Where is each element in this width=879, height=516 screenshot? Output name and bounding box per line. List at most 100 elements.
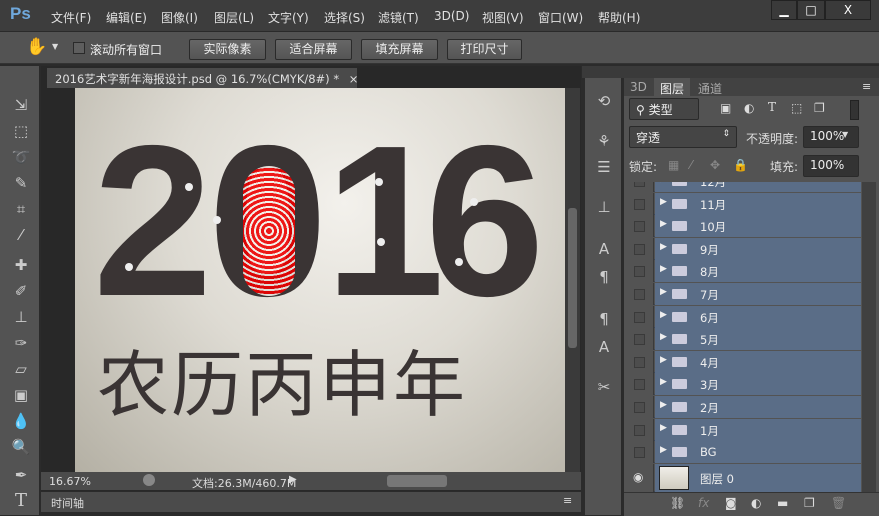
- character-styles-icon[interactable]: A: [593, 338, 615, 362]
- gradient-tool-icon[interactable]: ▣: [10, 384, 32, 406]
- brush-presets-icon[interactable]: ⚘: [593, 132, 615, 156]
- expand-arrow-icon[interactable]: ▶: [660, 377, 667, 387]
- panel-menu-icon[interactable]: ≡: [563, 494, 572, 507]
- panel-menu-icon[interactable]: ≡: [862, 80, 871, 93]
- visibility-toggle[interactable]: [624, 215, 654, 238]
- menu-edit[interactable]: 编辑(E): [106, 9, 147, 26]
- adjustment-filter-icon[interactable]: ◐: [744, 101, 754, 115]
- expand-arrow-icon[interactable]: ▶: [660, 423, 667, 433]
- tab-3d[interactable]: 3D: [624, 78, 653, 96]
- shape-filter-icon[interactable]: ⬚: [791, 101, 802, 115]
- smart-object-filter-icon[interactable]: ❐: [814, 101, 825, 115]
- quick-select-tool-icon[interactable]: ✎: [10, 172, 32, 194]
- filter-toggle[interactable]: [850, 100, 859, 120]
- visibility-toggle[interactable]: [624, 396, 654, 418]
- close-tab-icon[interactable]: ×: [349, 72, 359, 86]
- document-tab[interactable]: 2016艺术字新年海报设计.psd @ 16.7%(CMYK/8#) * ×: [47, 68, 359, 88]
- menu-filter[interactable]: 滤镜(T): [378, 9, 419, 26]
- visibility-toggle[interactable]: [624, 237, 654, 260]
- tab-channels[interactable]: 通道: [692, 78, 728, 96]
- eraser-tool-icon[interactable]: ▱: [10, 358, 32, 380]
- maximize-button[interactable]: □: [797, 0, 825, 20]
- visibility-toggle[interactable]: [624, 328, 654, 351]
- layer-group-row[interactable]: ▶ 1月: [624, 418, 861, 441]
- tab-layers[interactable]: 图层: [654, 78, 691, 96]
- eyedropper-tool-icon[interactable]: ⁄: [10, 224, 32, 246]
- visibility-toggle[interactable]: [624, 283, 654, 305]
- layer-group-row[interactable]: ▶ 7月: [624, 283, 861, 305]
- expand-arrow-icon[interactable]: ▶: [660, 355, 667, 365]
- new-layer-icon[interactable]: ❐: [804, 496, 815, 510]
- pen-tool-icon[interactable]: ✒: [10, 464, 32, 486]
- layer-group-row[interactable]: ▶ 4月: [624, 350, 861, 373]
- minimize-button[interactable]: ▁: [771, 0, 797, 20]
- layer-group-row[interactable]: ▶ 11月: [624, 192, 861, 215]
- adjustments-icon[interactable]: ☰: [593, 158, 615, 182]
- character-icon[interactable]: A: [593, 240, 615, 264]
- zoom-level[interactable]: 16.67%: [49, 475, 91, 488]
- close-window-button[interactable]: X: [825, 0, 871, 20]
- expand-arrow-icon[interactable]: ▶: [660, 242, 667, 252]
- lock-position-icon[interactable]: ✥: [710, 158, 720, 172]
- type-filter-icon[interactable]: T: [768, 100, 776, 114]
- history-brush-icon[interactable]: ✑: [10, 332, 32, 354]
- vertical-scrollbar[interactable]: [565, 88, 580, 472]
- visibility-toggle[interactable]: [624, 182, 654, 192]
- tool-preset-dropdown-icon[interactable]: ▼: [52, 42, 58, 51]
- layer-row-0[interactable]: ◉ 图层 0: [624, 463, 861, 492]
- print-size-button[interactable]: 打印尺寸: [447, 39, 522, 60]
- marquee-tool-icon[interactable]: ⬚: [10, 120, 32, 142]
- scroll-all-checkbox[interactable]: [73, 42, 85, 54]
- fill-screen-button[interactable]: 填充屏幕: [361, 39, 438, 60]
- menu-select[interactable]: 选择(S): [324, 9, 365, 26]
- lock-all-icon[interactable]: 🔒: [733, 158, 748, 172]
- layer-group-row[interactable]: ▶ 10月: [624, 215, 861, 238]
- layer-group-row[interactable]: ▶ 5月: [624, 328, 861, 351]
- status-menu-arrow-icon[interactable]: ▶: [289, 474, 297, 485]
- visibility-eye-icon[interactable]: ◉: [624, 463, 654, 492]
- menu-view[interactable]: 视图(V): [482, 9, 524, 26]
- visibility-toggle[interactable]: [624, 260, 654, 283]
- layer-group-row[interactable]: ▶ 9月: [624, 237, 861, 260]
- opacity-input[interactable]: 100%: [803, 126, 859, 148]
- expand-arrow-icon[interactable]: ▶: [660, 182, 667, 184]
- menu-help[interactable]: 帮助(H): [598, 9, 640, 26]
- pixel-filter-icon[interactable]: ▣: [720, 101, 731, 115]
- healing-brush-icon[interactable]: ✚: [10, 254, 32, 276]
- layer-group-row[interactable]: ▶ 8月: [624, 260, 861, 283]
- hand-tool-icon[interactable]: ✋: [26, 37, 47, 57]
- expand-arrow-icon[interactable]: ▶: [660, 400, 667, 410]
- layer-group-row[interactable]: ▶ BG: [624, 441, 861, 464]
- menu-3d[interactable]: 3D(D): [434, 9, 469, 23]
- clone-source-icon[interactable]: ⊥: [593, 198, 615, 222]
- link-layers-icon[interactable]: ⛓: [670, 496, 685, 510]
- crop-tool-icon[interactable]: ⌗: [10, 198, 32, 220]
- tool-presets-icon[interactable]: ✂: [593, 378, 615, 402]
- opacity-dropdown-icon[interactable]: ▼: [842, 130, 848, 139]
- lock-transparent-icon[interactable]: ▦: [668, 158, 679, 172]
- filter-type-select[interactable]: ⚲ 类型: [629, 98, 699, 120]
- paragraph-styles-icon[interactable]: ¶: [593, 310, 615, 334]
- visibility-toggle[interactable]: [624, 350, 654, 373]
- lasso-tool-icon[interactable]: ➰: [10, 146, 32, 168]
- type-tool-icon[interactable]: T: [10, 490, 32, 512]
- fill-input[interactable]: 100%: [803, 155, 859, 177]
- expand-arrow-icon[interactable]: ▶: [660, 332, 667, 342]
- menu-type[interactable]: 文字(Y): [268, 9, 309, 26]
- expand-arrow-icon[interactable]: ▶: [660, 264, 667, 274]
- visibility-toggle[interactable]: [624, 441, 654, 464]
- horizontal-scroll-thumb[interactable]: [387, 475, 447, 487]
- visibility-toggle[interactable]: [624, 305, 654, 328]
- menu-image[interactable]: 图像(I): [161, 9, 198, 26]
- add-mask-icon[interactable]: ◙: [725, 496, 737, 510]
- visibility-toggle[interactable]: [624, 373, 654, 396]
- layer-group-row[interactable]: ▶ 3月: [624, 373, 861, 396]
- blur-tool-icon[interactable]: 💧: [10, 410, 32, 432]
- history-icon[interactable]: ⟲: [593, 92, 615, 116]
- timeline-tab[interactable]: 时间轴: [51, 495, 84, 511]
- menu-layer[interactable]: 图层(L): [214, 9, 254, 26]
- canvas[interactable]: 2 0 1 6 农历丙申年: [75, 88, 565, 472]
- visibility-toggle[interactable]: [624, 418, 654, 441]
- expand-arrow-icon[interactable]: ▶: [660, 197, 667, 207]
- menu-file[interactable]: 文件(F): [51, 9, 91, 26]
